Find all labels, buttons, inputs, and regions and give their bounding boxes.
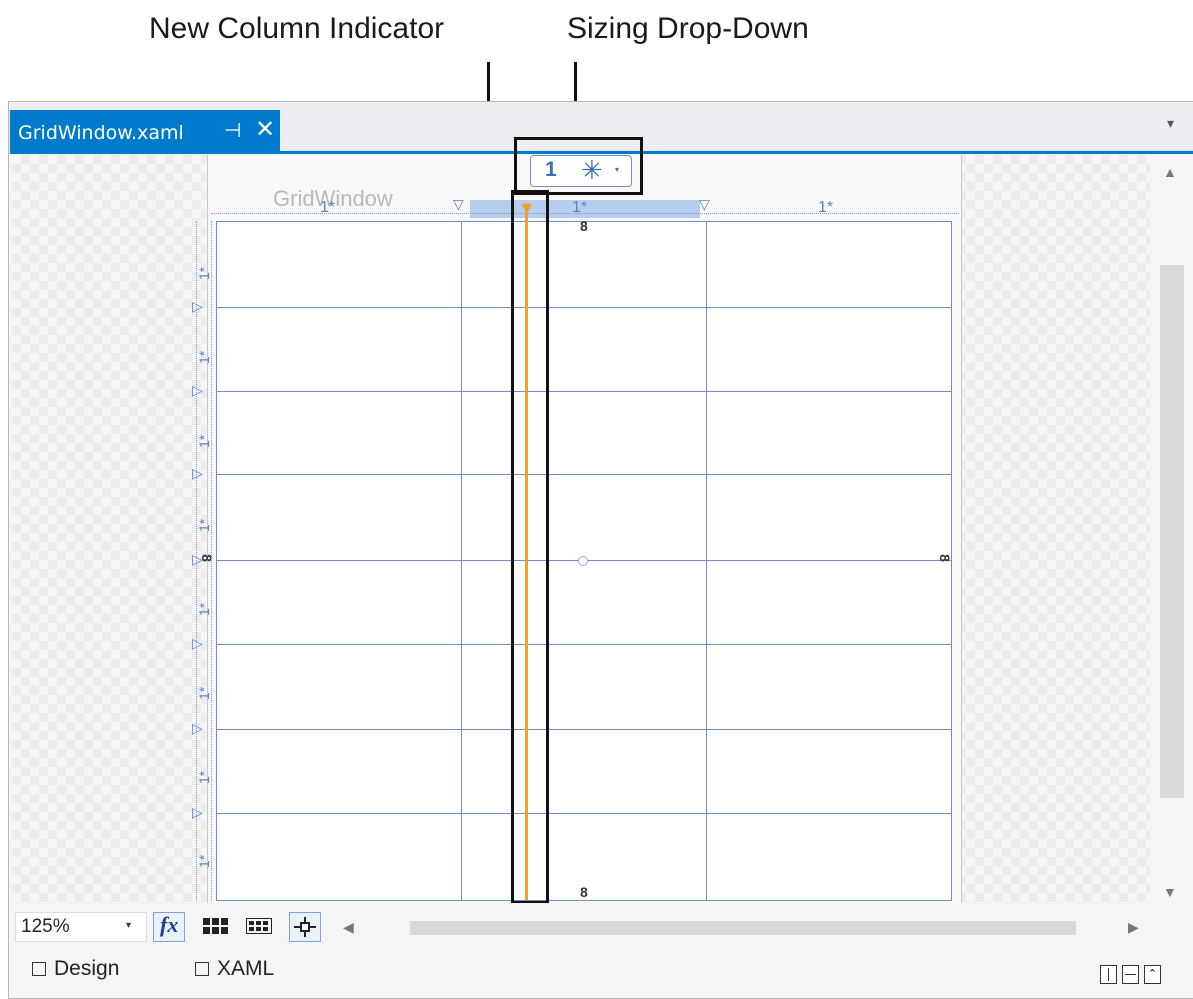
tab-design-label: Design <box>54 957 120 980</box>
design-view-icon <box>32 962 46 976</box>
row-size-label[interactable]: 1* <box>196 519 212 532</box>
row-divider <box>216 391 952 392</box>
column-divider-handle-icon[interactable]: ▽ <box>699 196 710 213</box>
margin-chain-left-icon[interactable]: 8 <box>199 554 215 562</box>
row-divider-handle-icon[interactable]: ▷ <box>192 298 203 315</box>
fx-icon: fx <box>160 912 179 937</box>
center-anchor-icon <box>578 556 588 566</box>
scroll-left-icon[interactable]: ◀ <box>343 919 354 936</box>
row-divider <box>216 644 952 645</box>
column-size-label[interactable]: 1* <box>572 199 587 217</box>
horizontal-split-icon[interactable] <box>1122 965 1139 984</box>
row-divider-handle-icon[interactable]: ▷ <box>192 804 203 821</box>
vertical-scroll-thumb[interactable] <box>1160 265 1184 798</box>
row-size-label[interactable]: 1* <box>196 351 212 364</box>
xaml-view-icon <box>195 962 209 976</box>
row-size-label[interactable]: 1* <box>196 855 212 868</box>
scroll-right-icon[interactable]: ▶ <box>1128 919 1139 936</box>
scroll-down-icon[interactable]: ▼ <box>1163 884 1177 900</box>
column-size-label[interactable]: 1* <box>320 199 335 217</box>
vertical-split-icon[interactable] <box>1100 965 1117 984</box>
row-size-label[interactable]: 1* <box>196 771 212 784</box>
chevron-down-icon: ▾ <box>126 920 132 931</box>
row-divider <box>216 474 952 475</box>
snap-to-gridlines-icon <box>294 917 316 937</box>
tab-title: GridWindow.xaml <box>18 122 184 144</box>
callout-box-sizing-dropdown <box>514 137 643 195</box>
margin-chain-bottom-icon[interactable]: 8 <box>580 884 588 900</box>
row-size-label[interactable]: 1* <box>196 435 212 448</box>
artboard-background-icon[interactable] <box>246 918 272 934</box>
margin-chain-right-icon[interactable]: 8 <box>937 554 953 562</box>
column-size-label[interactable]: 1* <box>818 199 833 217</box>
callout-box-new-column <box>511 190 549 904</box>
row-size-label[interactable]: 1* <box>196 603 212 616</box>
row-divider <box>216 307 952 308</box>
column-divider-handle-icon[interactable]: ▽ <box>453 196 464 213</box>
row-divider <box>216 813 952 814</box>
zoom-select[interactable]: 125% ▾ <box>15 912 147 942</box>
margin-chain-top-icon[interactable]: 8 <box>580 218 588 234</box>
callout-sizing-dropdown: Sizing Drop-Down <box>567 12 809 45</box>
horizontal-scroll-thumb[interactable] <box>410 921 1076 935</box>
tab-design[interactable]: Design <box>32 957 119 981</box>
tab-overflow-icon[interactable]: ▾ <box>1167 115 1174 132</box>
tab-xaml-label: XAML <box>217 957 275 980</box>
column-divider <box>461 221 462 901</box>
column-divider <box>706 221 707 901</box>
collapse-pane-icon[interactable]: ⌃ <box>1144 965 1161 984</box>
scroll-up-icon[interactable]: ▲ <box>1163 164 1177 180</box>
row-divider-handle-icon[interactable]: ▷ <box>192 720 203 737</box>
close-icon[interactable]: ✕ <box>255 115 275 144</box>
snap-to-gridlines-button[interactable] <box>289 912 321 942</box>
row-divider-handle-icon[interactable]: ▷ <box>192 382 203 399</box>
row-divider <box>216 729 952 730</box>
row-divider-handle-icon[interactable]: ▷ <box>192 465 203 482</box>
grid-lines-icon[interactable] <box>203 918 229 934</box>
callout-new-column-indicator: New Column Indicator <box>149 12 445 45</box>
row-size-label[interactable]: 1* <box>196 687 212 700</box>
row-size-label[interactable]: 1* <box>196 267 212 280</box>
zoom-value: 125% <box>21 916 70 937</box>
document-tab[interactable]: GridWindow.xaml ⊣ ✕ <box>10 110 280 152</box>
tab-xaml[interactable]: XAML <box>195 957 274 981</box>
row-divider-handle-icon[interactable]: ▷ <box>192 635 203 652</box>
pin-icon[interactable]: ⊣ <box>224 118 241 143</box>
fx-button[interactable]: fx <box>153 912 185 942</box>
view-bar <box>9 945 1193 997</box>
